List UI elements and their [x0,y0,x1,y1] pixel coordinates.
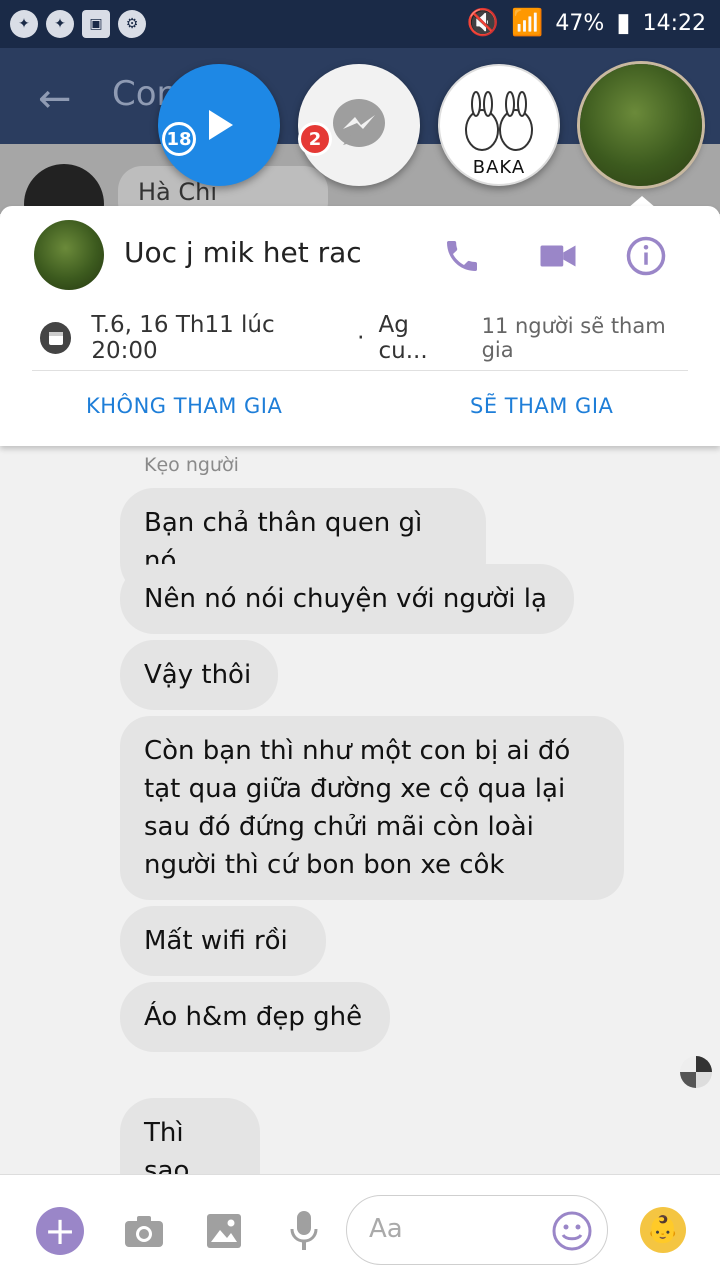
emoji-icon[interactable] [548,1207,596,1255]
video-call-icon[interactable] [536,234,580,278]
microphone-icon[interactable] [280,1207,328,1255]
messenger-badge: 2 [298,122,332,156]
status-bar: ✦ ✦ ▣ ⚙ 🔇 📶 47% ▮ 14:22 [0,0,720,48]
mute-icon: 🔇 [466,8,499,38]
messenger-notification-icon: ✦ [46,10,74,38]
camera-icon[interactable] [120,1207,168,1255]
decline-event-button[interactable]: KHÔNG THAM GIA [86,394,282,418]
chat-heads: BAKA 18 2 [0,60,720,190]
conversation-title[interactable]: Uoc j mik het rac [124,236,362,269]
phone-call-icon[interactable] [440,234,484,278]
baka-chat-head[interactable]: BAKA [438,64,560,186]
notification-icons: ✦ ✦ ▣ ⚙ [10,10,146,38]
group-avatar[interactable] [34,220,104,290]
event-location: Ag cu... [378,312,428,364]
accept-event-button[interactable]: SẼ THAM GIA [470,394,613,418]
play-icon [209,110,233,140]
system-indicators: 🔇 📶 47% ▮ 14:22 [467,8,706,38]
wifi-icon: 📶 [511,8,544,38]
message-bubble[interactable]: Vậy thôi [120,640,278,710]
message-bubble[interactable]: Còn bạn thì như một con bị ai đó tạt qua… [120,716,624,900]
gallery-notification-icon: ▣ [82,10,110,38]
composer-bar: + Aa 👶 [0,1174,720,1281]
messenger-notification-icon: ✦ [10,10,38,38]
seen-receipt-avatar [680,1056,712,1088]
event-going-count: 11 người sẽ tham gia [481,314,666,362]
message-bubble[interactable]: Nên nó nói chuyện với người lạ [120,564,574,634]
event-time: T.6, 16 Th11 lúc 20:00 [91,312,275,364]
image-icon[interactable] [200,1207,248,1255]
battery-percent: 47% [555,10,605,36]
baka-label: BAKA [472,157,526,178]
divider [32,370,688,371]
group-chat-head[interactable] [580,64,702,186]
baby-emoji-icon[interactable]: 👶 [640,1207,686,1253]
rabbit-sticker-icon [465,91,533,151]
conversation-header-card: Uoc j mik het rac T.6, 16 Th11 lúc 20:00… [0,206,720,446]
play-badge: 18 [162,122,196,156]
settings-notification-icon: ⚙ [118,10,146,38]
messenger-icon [333,99,385,147]
battery-icon: ▮ [616,8,631,38]
message-bubble[interactable]: Áo h&m đẹp ghê [120,982,390,1052]
message-list[interactable]: Kẹo người Bạn chả thân quen gì nó Nên nó… [0,446,720,1206]
info-icon[interactable] [624,234,668,278]
clock: 14:22 [642,10,706,36]
event-separator: · [357,325,365,351]
calendar-icon [40,322,72,354]
event-row[interactable]: T.6, 16 Th11 lúc 20:00 · Ag cu... 11 ngư… [40,312,700,364]
sender-name: Kẹo người [144,454,239,476]
add-icon[interactable]: + [36,1207,84,1255]
message-bubble[interactable]: Mất wifi rồi [120,906,326,976]
